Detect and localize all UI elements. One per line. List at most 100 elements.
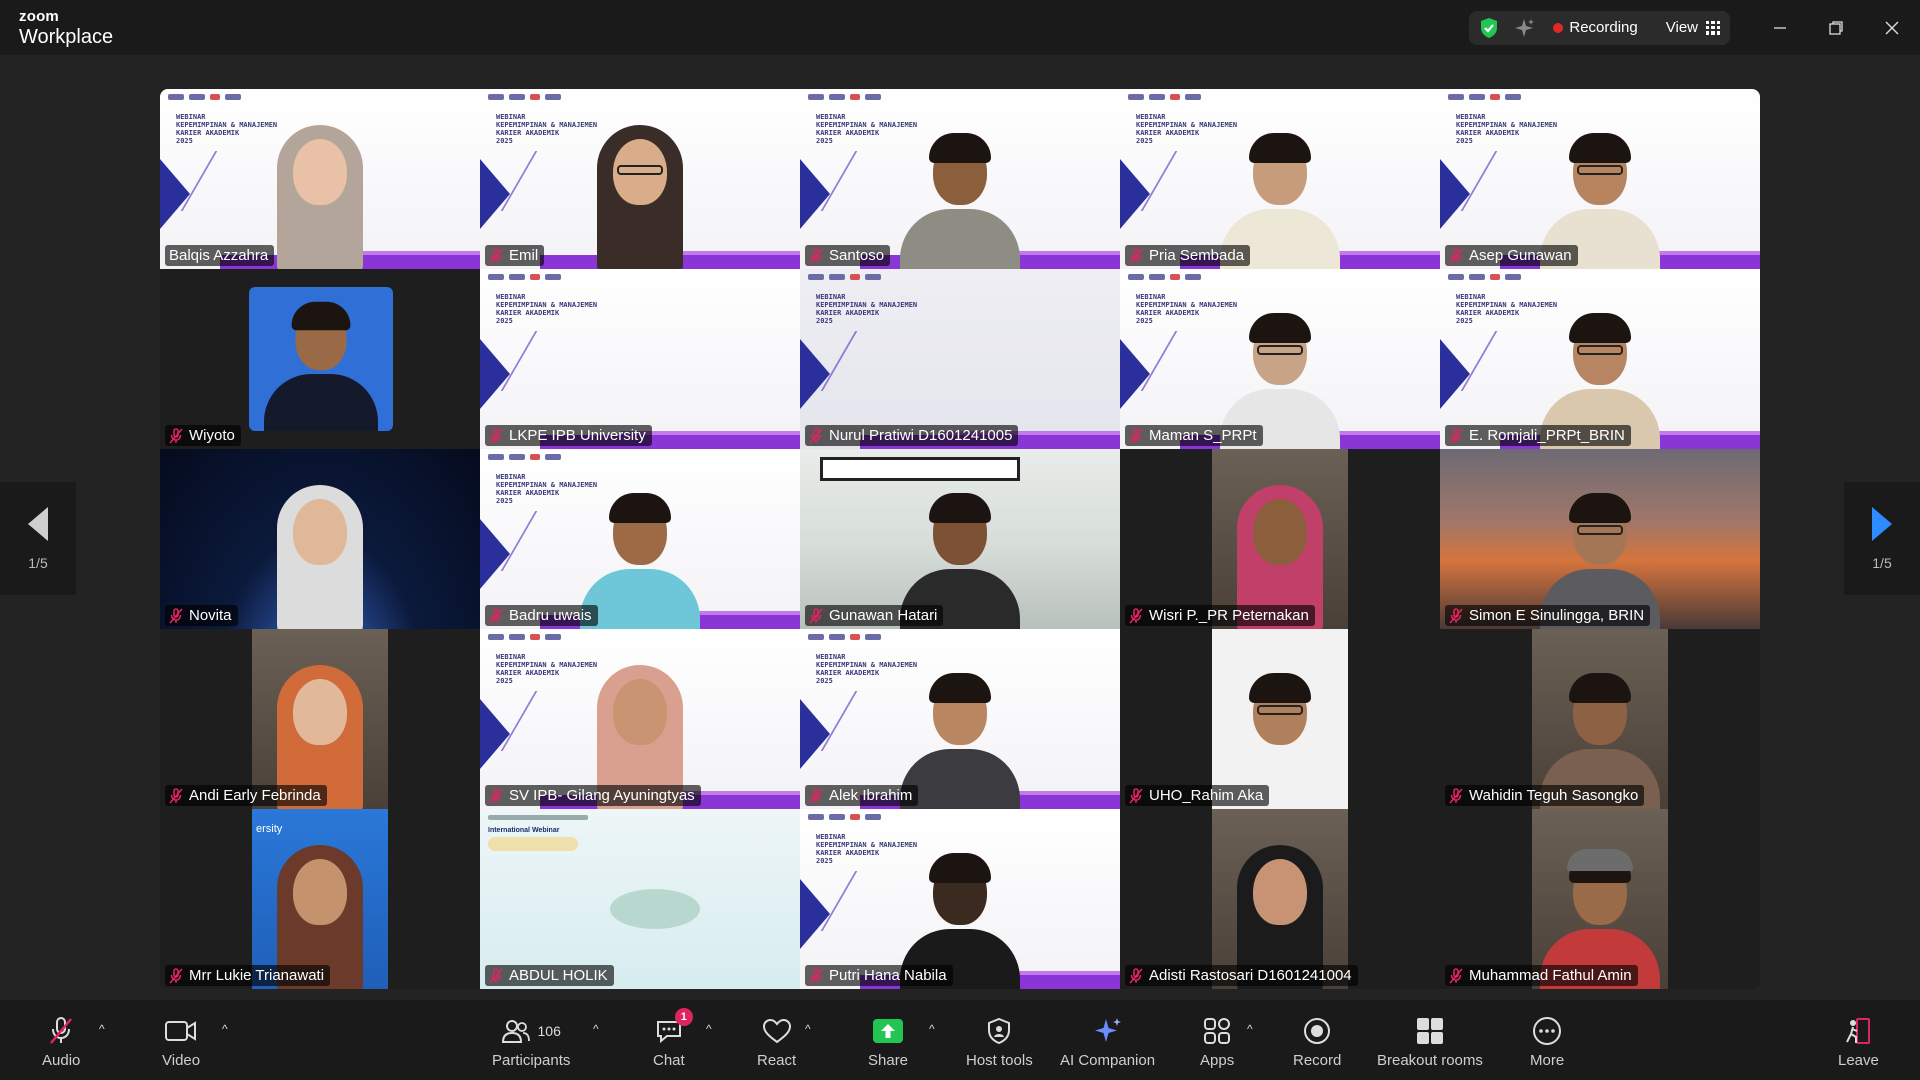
recording-status[interactable]: Recording bbox=[1569, 19, 1637, 36]
participant-tile[interactable]: WEBINAR KEPEMIMPINAN & MANAJEMEN KARIER … bbox=[1120, 89, 1440, 269]
muted-microphone-icon bbox=[169, 427, 183, 444]
leave-door-icon bbox=[1846, 1018, 1871, 1044]
next-page-button[interactable]: 1/5 bbox=[1844, 482, 1920, 595]
react-button[interactable]: React bbox=[757, 1016, 796, 1069]
apps-button[interactable]: Apps bbox=[1200, 1016, 1234, 1069]
participant-tile[interactable]: ersity Mrr Lukie Trianawati bbox=[160, 809, 480, 989]
view-button[interactable]: View bbox=[1666, 19, 1720, 36]
participant-name: Mrr Lukie Trianawati bbox=[189, 967, 325, 984]
participant-name-label: Pria Sembada bbox=[1125, 245, 1251, 266]
muted-microphone-icon bbox=[1449, 607, 1463, 624]
page-indicator-right: 1/5 bbox=[1872, 554, 1892, 571]
participant-tile[interactable]: UHO_Rahim Aka bbox=[1120, 629, 1440, 809]
participant-tile[interactable]: WEBINAR KEPEMIMPINAN & MANAJEMEN KARIER … bbox=[1440, 89, 1760, 269]
audio-button[interactable]: Audio bbox=[42, 1016, 80, 1069]
participant-name-label: LKPE IPB University bbox=[485, 425, 652, 446]
ai-companion-sparkle-icon[interactable] bbox=[1513, 17, 1535, 39]
audio-options-caret-icon[interactable]: ^ bbox=[99, 1022, 105, 1036]
apps-options-caret-icon[interactable]: ^ bbox=[1247, 1022, 1253, 1036]
video-button[interactable]: Video bbox=[162, 1016, 200, 1069]
sponsor-logos bbox=[488, 94, 561, 100]
brand-bottom: Workplace bbox=[19, 26, 114, 48]
ai-sparkle-icon bbox=[1094, 1018, 1121, 1042]
ai-companion-button[interactable]: AI Companion bbox=[1060, 1016, 1155, 1069]
participant-name: ABDUL HOLIK bbox=[509, 967, 608, 984]
record-label: Record bbox=[1293, 1052, 1342, 1069]
participant-name: E. Romjali_PRPt_BRIN bbox=[1469, 427, 1625, 444]
heart-icon bbox=[762, 1018, 791, 1044]
participant-name-label: Wisri P._PR Peternakan bbox=[1125, 605, 1315, 626]
participant-video-strip bbox=[1212, 449, 1348, 629]
host-tools-shield-icon bbox=[988, 1017, 1011, 1045]
sponsor-logos bbox=[1128, 94, 1201, 100]
participant-name: Emil bbox=[509, 247, 539, 264]
host-tools-button[interactable]: Host tools bbox=[966, 1016, 1033, 1069]
participant-tile[interactable]: WEBINAR KEPEMIMPINAN & MANAJEMEN KARIER … bbox=[160, 89, 480, 269]
participant-tile[interactable]: WEBINAR KEPEMIMPINAN & MANAJEMEN KARIER … bbox=[800, 269, 1120, 449]
participant-tile[interactable]: WEBINAR KEPEMIMPINAN & MANAJEMEN KARIER … bbox=[480, 269, 800, 449]
participant-tile[interactable]: Andi Early Febrinda bbox=[160, 629, 480, 809]
chat-options-caret-icon[interactable]: ^ bbox=[706, 1022, 712, 1036]
breakout-rooms-label: Breakout rooms bbox=[1377, 1052, 1483, 1069]
participant-name-label: Badru uwais bbox=[485, 605, 598, 626]
participant-tile[interactable]: WEBINAR KEPEMIMPINAN & MANAJEMEN KARIER … bbox=[800, 629, 1120, 809]
minimize-button[interactable] bbox=[1752, 0, 1808, 55]
participant-tile[interactable]: International Webinar ABDUL HOLIK bbox=[480, 809, 800, 989]
record-button[interactable]: Record bbox=[1293, 1016, 1341, 1069]
participant-tile[interactable]: WEBINAR KEPEMIMPINAN & MANAJEMEN KARIER … bbox=[1440, 269, 1760, 449]
encryption-shield-icon[interactable] bbox=[1479, 17, 1499, 39]
share-button[interactable]: Share bbox=[868, 1016, 908, 1069]
participant-tile[interactable]: Simon E Sinulingga, BRIN bbox=[1440, 449, 1760, 629]
previous-page-button[interactable]: 1/5 bbox=[0, 482, 76, 595]
participant-tile[interactable]: Wisri P._PR Peternakan bbox=[1120, 449, 1440, 629]
restore-button[interactable] bbox=[1808, 0, 1864, 55]
chat-button[interactable]: 1 Chat bbox=[653, 1008, 693, 1069]
participant-tile[interactable]: WEBINAR KEPEMIMPINAN & MANAJEMEN KARIER … bbox=[480, 449, 800, 629]
minimize-icon bbox=[1774, 26, 1786, 29]
participant-name: LKPE IPB University bbox=[509, 427, 646, 444]
participant-tile[interactable]: Muhammad Fathul Amin bbox=[1440, 809, 1760, 989]
close-button[interactable] bbox=[1864, 0, 1920, 55]
participant-tile[interactable]: WEBINAR KEPEMIMPINAN & MANAJEMEN KARIER … bbox=[480, 629, 800, 809]
meeting-controls-toolbar: Audio ^ Video ^ 106 Participants ^ 1 Cha… bbox=[0, 1000, 1920, 1080]
participant-tile[interactable]: Novita bbox=[160, 449, 480, 629]
muted-microphone-icon bbox=[1449, 247, 1463, 264]
muted-microphone-icon bbox=[169, 967, 183, 984]
participant-tile[interactable]: Adisti Rastosari D1601241004 bbox=[1120, 809, 1440, 989]
participant-video bbox=[255, 479, 385, 629]
participant-name: Maman S_PRPt bbox=[1149, 427, 1257, 444]
leave-button[interactable]: Leave bbox=[1838, 1016, 1879, 1069]
sponsor-logos bbox=[488, 454, 561, 460]
sponsor-logos bbox=[488, 634, 561, 640]
microphone-muted-icon bbox=[50, 1017, 73, 1044]
sponsor-logos bbox=[1448, 274, 1521, 280]
participant-video-strip bbox=[1532, 809, 1668, 989]
sponsor-logos bbox=[1448, 94, 1521, 100]
breakout-rooms-button[interactable]: Breakout rooms bbox=[1377, 1016, 1483, 1069]
participant-tile[interactable]: WEBINAR KEPEMIMPINAN & MANAJEMEN KARIER … bbox=[480, 89, 800, 269]
participant-tile[interactable]: Wiyoto bbox=[160, 269, 480, 449]
sponsor-logos bbox=[808, 814, 881, 820]
participants-button[interactable]: 106 Participants bbox=[492, 1016, 570, 1069]
participant-name: Alek Ibrahim bbox=[829, 787, 913, 804]
muted-microphone-icon bbox=[809, 427, 823, 444]
share-screen-icon bbox=[873, 1019, 904, 1043]
more-button[interactable]: More bbox=[1530, 1016, 1564, 1069]
participants-options-caret-icon[interactable]: ^ bbox=[593, 1022, 599, 1036]
participant-name-label: Wahidin Teguh Sasongko bbox=[1445, 785, 1645, 806]
participant-name: Santoso bbox=[829, 247, 885, 264]
gallery-grid: WEBINAR KEPEMIMPINAN & MANAJEMEN KARIER … bbox=[160, 89, 1760, 989]
participant-tile[interactable]: Wahidin Teguh Sasongko bbox=[1440, 629, 1760, 809]
participant-name-label: Mrr Lukie Trianawati bbox=[165, 965, 331, 986]
apps-grid-icon bbox=[1204, 1018, 1231, 1044]
chat-label: Chat bbox=[653, 1052, 685, 1069]
participant-tile[interactable]: WEBINAR KEPEMIMPINAN & MANAJEMEN KARIER … bbox=[1120, 269, 1440, 449]
share-options-caret-icon[interactable]: ^ bbox=[929, 1022, 935, 1036]
muted-microphone-icon bbox=[1129, 427, 1143, 444]
participant-tile[interactable]: WEBINAR KEPEMIMPINAN & MANAJEMEN KARIER … bbox=[800, 809, 1120, 989]
participant-tile[interactable]: Gunawan Hatari bbox=[800, 449, 1120, 629]
react-options-caret-icon[interactable]: ^ bbox=[805, 1022, 811, 1036]
video-options-caret-icon[interactable]: ^ bbox=[222, 1022, 228, 1036]
participant-name-label: Balqis Azzahra bbox=[165, 245, 275, 266]
participant-tile[interactable]: WEBINAR KEPEMIMPINAN & MANAJEMEN KARIER … bbox=[800, 89, 1120, 269]
